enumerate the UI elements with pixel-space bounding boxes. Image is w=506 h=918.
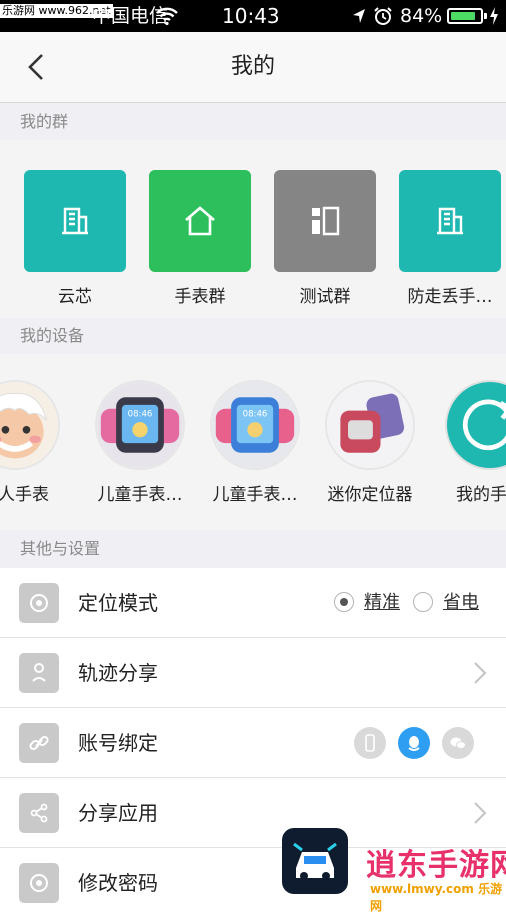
row-label: 分享应用 [78, 801, 158, 825]
qq-icon[interactable] [398, 727, 430, 759]
mini-locator-avatar [325, 380, 415, 470]
group-tile [274, 170, 376, 272]
kids-watch-pink-avatar: 08:46 [95, 380, 185, 470]
option-power-saving-label[interactable]: 省电 [443, 568, 479, 638]
building-icon [62, 207, 88, 235]
devices-list: 老人手表 08:46 儿童手表… 08:46 儿童手 [0, 354, 506, 530]
promo-watermark: 逍东手游网 www.lmwy.com 乐游网 [282, 828, 506, 913]
settings-row-location-mode[interactable]: 定位模式 精准 省电 [0, 568, 506, 638]
section-title: 我的设备 [20, 326, 85, 345]
settings-row-track-share[interactable]: 轨迹分享 [0, 638, 506, 708]
section-title: 我的群 [20, 112, 69, 131]
group-item-test[interactable]: 测试群 [274, 170, 376, 307]
password-icon [19, 863, 59, 903]
group-tile [149, 170, 251, 272]
group-item-watch[interactable]: 手表群 [149, 170, 251, 307]
alarm-icon [374, 7, 392, 25]
status-bar: 乐游网 www.962.net 中国电信 10:43 84% [0, 0, 506, 32]
row-label: 定位模式 [78, 591, 158, 615]
device-label: 迷你定位器 [327, 485, 413, 505]
group-tile [399, 170, 501, 272]
device-label: 老人手表 [0, 485, 49, 505]
radio-precise[interactable] [334, 592, 354, 612]
option-precise-label[interactable]: 精准 [364, 568, 400, 638]
phone-icon[interactable] [354, 727, 386, 759]
battery-fill [451, 12, 475, 20]
charging-icon [490, 7, 498, 25]
kids-watch-blue-avatar: 08:46 [210, 380, 300, 470]
battery-tip [484, 13, 487, 19]
page-title: 我的 [230, 54, 275, 79]
section-header-settings: 其他与设置 [0, 530, 506, 568]
location-arrow-icon [353, 9, 365, 23]
share-icon [19, 793, 59, 833]
chevron-right-icon [474, 662, 487, 684]
section-header-devices: 我的设备 [0, 318, 506, 354]
car-logo-icon [282, 828, 348, 894]
clock: 10:43 [222, 4, 280, 28]
grandpa-avatar [0, 380, 60, 470]
grid-icon [312, 206, 340, 236]
row-label: 账号绑定 [78, 731, 158, 755]
device-label: 儿童手表… [212, 485, 298, 505]
device-label: 我的手表 [456, 485, 506, 505]
building-icon [437, 207, 463, 235]
group-label: 云芯 [58, 287, 92, 307]
group-label: 手表群 [174, 287, 226, 307]
group-tile [24, 170, 126, 272]
svg-text:08:46: 08:46 [128, 409, 153, 419]
groups-list: 云芯 手表群 测试群 防走丢手… [0, 140, 506, 318]
row-label: 修改密码 [78, 871, 158, 895]
home-icon [185, 206, 215, 236]
promo-site: www.lmwy.com 乐游网 [370, 882, 503, 913]
wechat-icon[interactable] [442, 727, 474, 759]
row-label: 轨迹分享 [78, 661, 158, 685]
section-header-groups: 我的群 [0, 103, 506, 140]
navigation-bar: 我的 [0, 32, 506, 103]
battery-percentage: 84% [400, 5, 443, 27]
promo-brand: 逍东手游网 [366, 848, 506, 883]
settings-row-account-binding[interactable]: 账号绑定 [0, 708, 506, 778]
group-item-yunxin[interactable]: 云芯 [24, 170, 126, 307]
refresh-avatar [445, 380, 506, 470]
device-label: 儿童手表… [97, 485, 183, 505]
group-label: 防走丢手… [407, 287, 493, 307]
wifi-icon [156, 7, 178, 26]
section-title: 其他与设置 [20, 539, 101, 558]
radio-power-saving[interactable] [413, 592, 433, 612]
link-icon [19, 723, 59, 763]
battery-icon [447, 8, 483, 24]
group-item-antilost[interactable]: 防走丢手… [399, 170, 501, 307]
group-label: 测试群 [299, 287, 351, 307]
chevron-right-icon [474, 802, 487, 824]
svg-text:08:46: 08:46 [243, 409, 268, 419]
location-mode-icon [19, 583, 59, 623]
track-share-icon [19, 653, 59, 693]
